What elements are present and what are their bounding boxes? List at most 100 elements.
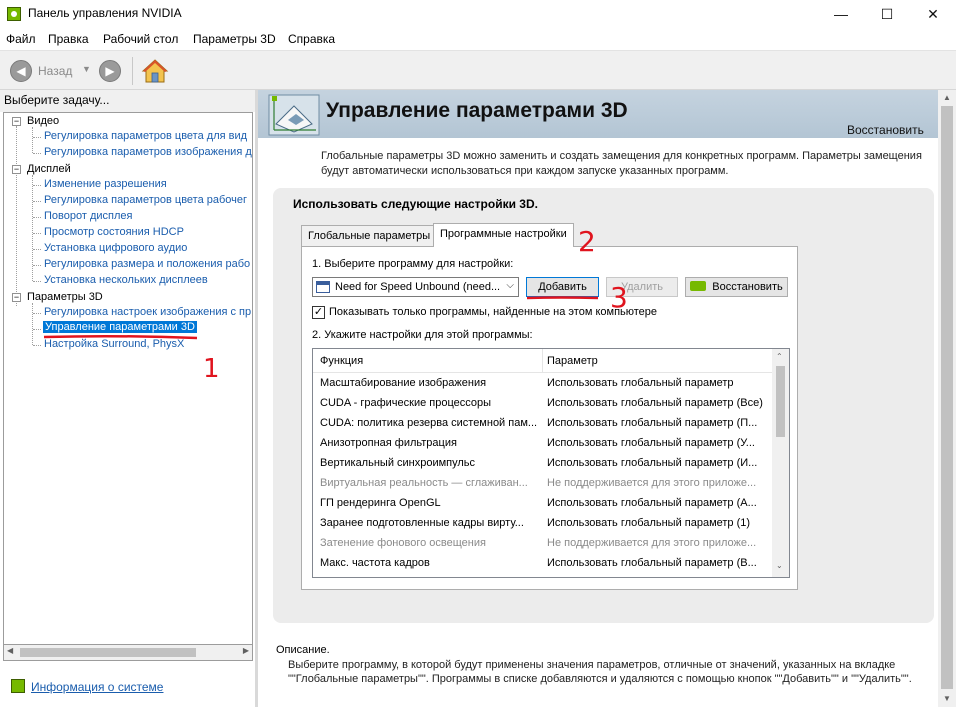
tree-category-display[interactable]: Дисплей <box>27 163 71 175</box>
description-title: Описание. <box>276 644 330 656</box>
collapse-3d-icon[interactable]: − <box>12 293 21 302</box>
scroll-up-icon[interactable]: ⌃ <box>776 352 783 361</box>
scroll-down-icon[interactable]: ▼ <box>938 691 956 707</box>
grid-header: Функция Параметр <box>313 349 773 373</box>
feature-cell: Виртуальная реальность — сглаживан... <box>320 477 528 489</box>
tree-link-image-preview[interactable]: Регулировка настроек изображения с пр <box>44 306 251 318</box>
home-icon[interactable] <box>141 57 169 85</box>
scroll-down-icon[interactable]: ⌄ <box>776 561 783 570</box>
tree-link-video-color[interactable]: Регулировка параметров цвета для вид <box>44 130 247 142</box>
tree-link-video-image[interactable]: Регулировка параметров изображения д <box>44 146 252 158</box>
restore-defaults-link[interactable]: Восстановить <box>847 123 924 137</box>
arrow-left-icon: ◀ <box>16 64 26 78</box>
column-header-setting[interactable]: Параметр <box>547 355 598 367</box>
main-vertical-scrollbar[interactable]: ▲ ▼ <box>938 90 956 707</box>
menu-file[interactable]: Файл <box>6 32 36 46</box>
section-title: Использовать следующие настройки 3D. <box>293 197 538 211</box>
history-dropdown-icon[interactable]: ▼ <box>82 64 91 74</box>
scroll-up-icon[interactable]: ▲ <box>938 90 956 106</box>
feature-cell: Масштабирование изображения <box>320 377 487 389</box>
nvidia-logo-icon <box>690 281 707 291</box>
forward-button[interactable]: ▶ <box>99 60 121 82</box>
tree-connector <box>32 303 33 345</box>
collapse-video-icon[interactable]: − <box>12 117 21 126</box>
tree-link-surround-physx[interactable]: Настройка Surround, PhysX <box>44 338 184 350</box>
menu-desktop[interactable]: Рабочий стол <box>103 32 178 46</box>
tree-link-resolution[interactable]: Изменение разрешения <box>44 178 167 190</box>
table-row[interactable]: Масштабирование изображения Использовать … <box>313 374 773 394</box>
table-row[interactable]: ГП рендеринга OpenGL Использовать глобаль… <box>313 494 773 514</box>
setting-cell[interactable]: Использовать глобальный параметр <box>547 377 767 389</box>
restore-program-label: Восстановить <box>712 281 783 293</box>
menu-help[interactable]: Справка <box>288 32 335 46</box>
tree-link-hdcp[interactable]: Просмотр состояния HDCP <box>44 226 184 238</box>
setting-cell: Не поддерживается для этого приложе... <box>547 477 757 489</box>
minimize-button[interactable]: — <box>818 0 864 28</box>
feature-cell: Анизотропная фильтрация <box>320 437 457 449</box>
setting-cell[interactable]: Использовать глобальный параметр (1) <box>547 517 767 529</box>
step2-label: 2. Укажите настройки для этой программы: <box>312 329 533 341</box>
close-button[interactable]: ✕ <box>910 0 956 28</box>
add-program-button[interactable]: Добавить <box>526 277 599 297</box>
tree-item-manage-3d-selected[interactable]: Управление параметрами 3D <box>43 321 197 333</box>
table-row[interactable]: CUDA: политика резерва системной пам... И… <box>313 414 773 434</box>
back-button[interactable]: ◀ <box>10 60 32 82</box>
menu-3d-settings[interactable]: Параметры 3D <box>193 32 276 46</box>
back-label: Назад <box>38 64 73 78</box>
table-row[interactable]: Макс. частота кадров Использовать глобаль… <box>313 554 773 574</box>
tree-connector <box>33 185 41 186</box>
tree-connector <box>33 313 41 314</box>
scrollbar-thumb[interactable] <box>776 366 785 437</box>
tab-global-settings[interactable]: Глобальные параметры <box>301 225 438 247</box>
table-row-disabled[interactable]: Затенение фонового освещения Не поддержив… <box>313 534 773 554</box>
remove-program-button[interactable]: Удалить <box>606 277 678 297</box>
tree-connector <box>33 217 41 218</box>
setting-cell[interactable]: Использовать глобальный параметр (У... <box>547 437 767 449</box>
tree-link-desktop-color[interactable]: Регулировка параметров цвета рабочег <box>44 194 247 206</box>
tree-link-digital-audio[interactable]: Установка цифрового аудио <box>44 242 187 254</box>
table-row[interactable]: Вертикальный синхроимпульс Использовать г… <box>313 454 773 474</box>
program-select[interactable]: Need for Speed Unbound (need... ⌵ <box>312 277 519 297</box>
tree-connector <box>16 126 17 306</box>
tree-connector <box>33 281 41 282</box>
page-title: Управление параметрами 3D <box>326 99 628 122</box>
table-row[interactable]: Анизотропная фильтрация Использовать глоб… <box>313 434 773 454</box>
scroll-right-icon[interactable]: ▶ <box>243 646 249 655</box>
tree-connector <box>33 345 41 346</box>
table-row[interactable]: CUDA - графические процессоры Использоват… <box>313 394 773 414</box>
setting-cell[interactable]: Использовать глобальный параметр (В... <box>547 557 767 569</box>
setting-cell[interactable]: Использовать глобальный параметр (А... <box>547 497 767 509</box>
collapse-display-icon[interactable]: − <box>12 165 21 174</box>
show-found-programs-checkbox[interactable]: ✓ <box>312 306 325 319</box>
system-info-icon[interactable] <box>11 679 25 693</box>
settings-grid: Функция Параметр Масштабирование изображ… <box>312 348 790 578</box>
tab-program-settings[interactable]: Программные настройки <box>433 223 574 247</box>
table-row[interactable]: Заранее подготовленные кадры вирту... Исп… <box>313 514 773 534</box>
tree-connector <box>33 233 41 234</box>
scrollbar-thumb[interactable] <box>20 648 196 657</box>
checkbox-label: Показывать только программы, найденные н… <box>329 306 658 318</box>
tree-link-multiple-displays[interactable]: Установка нескольких дисплеев <box>44 274 208 286</box>
tree-horizontal-scrollbar[interactable]: ◀ ▶ <box>3 644 253 661</box>
feature-cell: Вертикальный синхроимпульс <box>320 457 476 469</box>
program-select-value: Need for Speed Unbound (need... <box>335 281 501 293</box>
maximize-button[interactable]: ☐ <box>864 0 910 28</box>
column-header-feature[interactable]: Функция <box>320 355 363 367</box>
menu-edit[interactable]: Правка <box>48 32 89 46</box>
grid-vertical-scrollbar[interactable]: ⌃ ⌄ <box>772 349 789 577</box>
tree-category-3d[interactable]: Параметры 3D <box>27 291 103 303</box>
tree-link-rotate[interactable]: Поворот дисплея <box>44 210 132 222</box>
setting-cell[interactable]: Использовать глобальный параметр (П... <box>547 417 767 429</box>
chevron-down-icon: ⌵ <box>506 280 514 291</box>
system-info-link[interactable]: Информация о системе <box>31 680 163 694</box>
tree-category-video[interactable]: Видео <box>27 115 59 127</box>
tree-connector <box>33 249 41 250</box>
scroll-left-icon[interactable]: ◀ <box>7 646 13 655</box>
setting-cell[interactable]: Использовать глобальный параметр (И... <box>547 457 767 469</box>
tree-connector <box>33 137 41 138</box>
tree-link-desktop-size[interactable]: Регулировка размера и положения рабо <box>44 258 250 270</box>
table-row-disabled[interactable]: Виртуальная реальность — сглаживан... Не … <box>313 474 773 494</box>
setting-cell[interactable]: Использовать глобальный параметр (Все) <box>547 397 767 409</box>
restore-program-button[interactable]: Восстановить <box>685 277 788 297</box>
scrollbar-thumb[interactable] <box>941 106 953 689</box>
